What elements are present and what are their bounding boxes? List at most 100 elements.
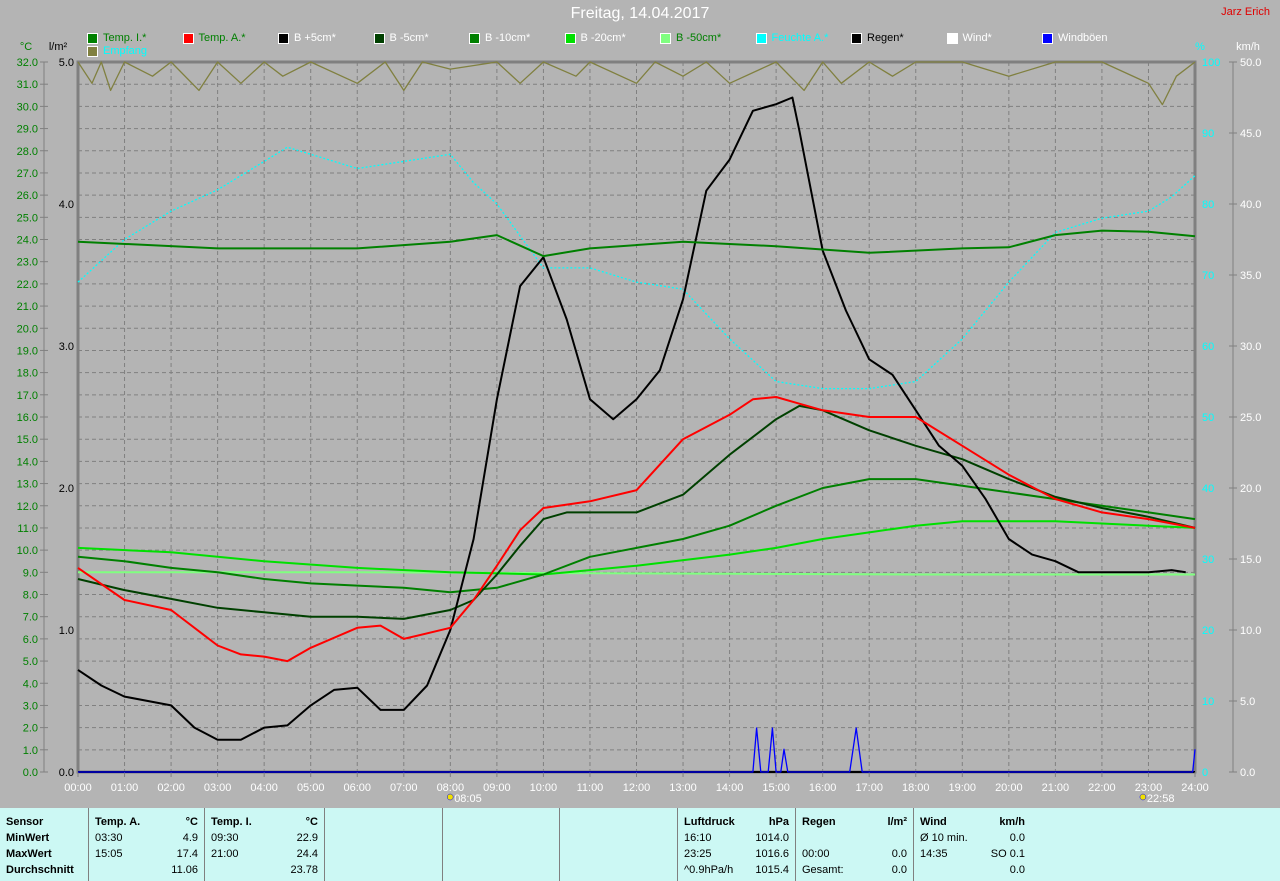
x-tick-label: 17:00 <box>855 782 883 794</box>
temp-tick-label: 14.0 <box>17 456 38 468</box>
wind-column: Wind km/h Ø 10 min. 0.0 14:35 SO 0.1 0.0 <box>914 808 1031 881</box>
x-tick-label: 10:00 <box>530 782 558 794</box>
stat-value: 4.9 <box>182 832 198 844</box>
column-title: Temp. A. <box>95 816 141 828</box>
temp-tick-label: 27.0 <box>17 168 38 180</box>
x-tick-label: 19:00 <box>949 782 977 794</box>
humidity-tick-label: 20 <box>1202 625 1214 637</box>
rain-tick-label: 5.0 <box>59 57 74 69</box>
temp-tick-label: 21.0 <box>17 301 38 313</box>
temp-tick-label: 23.0 <box>17 257 38 269</box>
temp-tick-label: 22.0 <box>17 279 38 291</box>
humidity-axis-unit: % <box>1195 41 1205 53</box>
stat-time: 21:00 <box>211 848 239 860</box>
wind-tick-label: 35.0 <box>1240 270 1261 282</box>
empty-column <box>443 808 560 881</box>
temp-tick-label: 18.0 <box>17 368 38 380</box>
luftdruck-column: Luftdruck hPa 16:10 1014.0 23:25 1016.6 ^0.9hP… <box>678 808 796 881</box>
stat-time: ^0.9hPa/h <box>684 864 734 876</box>
x-tick-label: 02:00 <box>157 782 185 794</box>
humidity-tick-label: 90 <box>1202 128 1214 140</box>
empty-column <box>560 808 678 881</box>
avg-label: Durchschnitt <box>6 864 74 876</box>
x-tick-label: 05:00 <box>297 782 325 794</box>
stat-time: 16:10 <box>684 832 712 844</box>
stat-value: 1014.0 <box>755 832 789 844</box>
humidity-tick-label: 0 <box>1202 767 1208 779</box>
temp-tick-label: 7.0 <box>23 612 38 624</box>
column-unit: l/m² <box>887 816 907 828</box>
stat-time: 03:30 <box>95 832 123 844</box>
temp-tick-label: 24.0 <box>17 235 38 247</box>
series-b-5cm <box>77 96 1186 741</box>
temp-a-column: Temp. A. °C 03:30 4.9 15:05 17.4 11.06 <box>89 808 205 881</box>
rain-tick-label: 4.0 <box>59 199 74 211</box>
stat-value: 0.0 <box>891 848 907 860</box>
stat-value: 11.06 <box>171 864 198 876</box>
sunset-icon <box>1139 793 1147 801</box>
column-title: Luftdruck <box>684 816 735 828</box>
stat-value: 0.0 <box>891 864 907 876</box>
temp-tick-label: 32.0 <box>17 57 38 69</box>
stat-value: 23.78 <box>290 864 318 876</box>
wind-tick-label: 5.0 <box>1240 696 1255 708</box>
stat-value: 22.9 <box>296 832 318 844</box>
stat-value: 1016.6 <box>755 848 789 860</box>
stat-value: 17.4 <box>176 848 198 860</box>
humidity-tick-label: 80 <box>1202 199 1214 211</box>
stat-time: 09:30 <box>211 832 239 844</box>
temp-tick-label: 26.0 <box>17 190 38 202</box>
temp-tick-label: 11.0 <box>17 523 38 535</box>
wind-tick-label: 10.0 <box>1240 625 1261 637</box>
temp-tick-label: 25.0 <box>17 212 38 224</box>
wind-tick-label: 25.0 <box>1240 412 1261 424</box>
temp-tick-label: 28.0 <box>17 146 38 158</box>
x-tick-label: 13:00 <box>669 782 697 794</box>
column-unit: hPa <box>768 816 789 828</box>
x-tick-label: 09:00 <box>483 782 511 794</box>
x-tick-label: 16:00 <box>809 782 837 794</box>
regen-column: Regen l/m² 00:00 0.0 Gesamt: 0.0 <box>796 808 914 881</box>
min-label: MinWert <box>6 832 50 844</box>
wind-tick-label: 0.0 <box>1240 767 1255 779</box>
column-unit: km/h <box>999 816 1025 828</box>
x-tick-label: 11:00 <box>577 782 604 794</box>
stat-time: 23:25 <box>684 848 712 860</box>
stat-time: 14:35 <box>920 848 948 860</box>
rain-axis-unit: l/m² <box>49 41 68 53</box>
stat-time: Ø 10 min. <box>920 832 968 844</box>
humidity-tick-label: 40 <box>1202 483 1214 495</box>
x-tick-label: 21:00 <box>1042 782 1070 794</box>
x-tick-label: 24:00 <box>1181 782 1209 794</box>
max-label: MaxWert <box>6 848 52 860</box>
empty-column <box>325 808 443 881</box>
wind-tick-label: 50.0 <box>1240 57 1261 69</box>
x-tick-label: 12:00 <box>623 782 651 794</box>
rain-tick-label: 2.0 <box>59 483 74 495</box>
temp-tick-label: 12.0 <box>17 501 38 513</box>
statistics-panel: Sensor MinWert MaxWert Durchschnitt Temp… <box>0 808 1280 881</box>
rain-tick-label: 0.0 <box>59 767 74 779</box>
x-tick-label: 15:00 <box>762 782 790 794</box>
x-tick-label: 04:00 <box>250 782 278 794</box>
column-unit: °C <box>305 816 318 828</box>
x-tick-label: 07:00 <box>390 782 418 794</box>
chart-plot: °C l/m²% km/h 0.0 1.0 2.0 3.0 4.0 5.0 6.0 7.0 8.0 9.… <box>17 41 1262 805</box>
temp-tick-label: 9.0 <box>23 567 38 579</box>
x-tick-label: 01:00 <box>111 782 139 794</box>
temp-tick-label: 15.0 <box>17 434 38 446</box>
humidity-tick-label: 30 <box>1202 554 1214 566</box>
stat-time: Gesamt: <box>802 864 844 876</box>
wind-tick-label: 45.0 <box>1240 128 1261 140</box>
column-unit: °C <box>185 816 198 828</box>
column-title: Wind <box>920 816 947 828</box>
x-tick-label: 00:00 <box>64 782 92 794</box>
x-tick-label: 14:00 <box>716 782 744 794</box>
temp-tick-label: 3.0 <box>23 700 38 712</box>
rain-tick-label: 1.0 <box>59 625 74 637</box>
temp-tick-label: 1.0 <box>23 745 38 757</box>
humidity-tick-label: 100 <box>1202 57 1220 69</box>
temp-i-column: Temp. I. °C 09:30 22.9 21:00 24.4 23.78 <box>205 808 325 881</box>
stat-value: 0.0 <box>1009 832 1025 844</box>
rain-tick-label: 3.0 <box>59 341 74 353</box>
